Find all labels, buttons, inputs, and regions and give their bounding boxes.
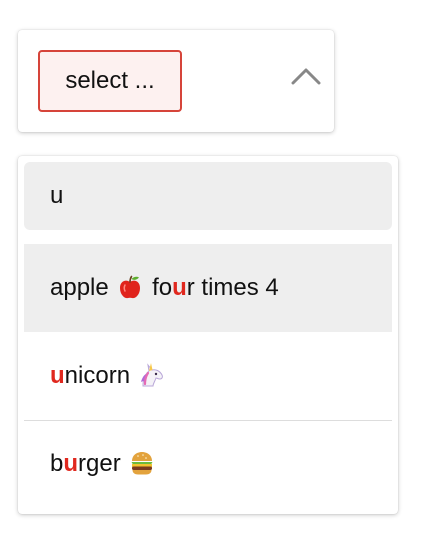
chevron-up-icon[interactable] xyxy=(291,66,321,86)
option-match-highlight: u xyxy=(63,450,79,477)
option-burger[interactable]: burger xyxy=(24,420,392,508)
option-text: fo xyxy=(152,274,173,301)
burger-emoji-icon xyxy=(131,451,153,475)
option-text: nicorn xyxy=(64,362,131,389)
options-dropdown: apple four times 4 unicorn burger xyxy=(18,156,398,514)
unicorn-emoji-icon xyxy=(140,362,163,387)
option-unicorn[interactable]: unicorn xyxy=(24,332,392,420)
option-text: rger xyxy=(78,450,121,477)
select-placeholder-chip[interactable]: select ... xyxy=(38,50,182,112)
option-match-highlight: u xyxy=(50,362,65,389)
apple-emoji-icon xyxy=(120,275,141,298)
search-input[interactable] xyxy=(24,162,392,230)
option-text: apple xyxy=(50,274,109,301)
multi-select-control[interactable]: select ... xyxy=(18,30,334,132)
option-text: r times 4 xyxy=(186,274,279,301)
option-match-highlight: u xyxy=(172,274,187,301)
option-text: b xyxy=(50,450,64,477)
option-apple[interactable]: apple four times 4 xyxy=(24,244,392,332)
